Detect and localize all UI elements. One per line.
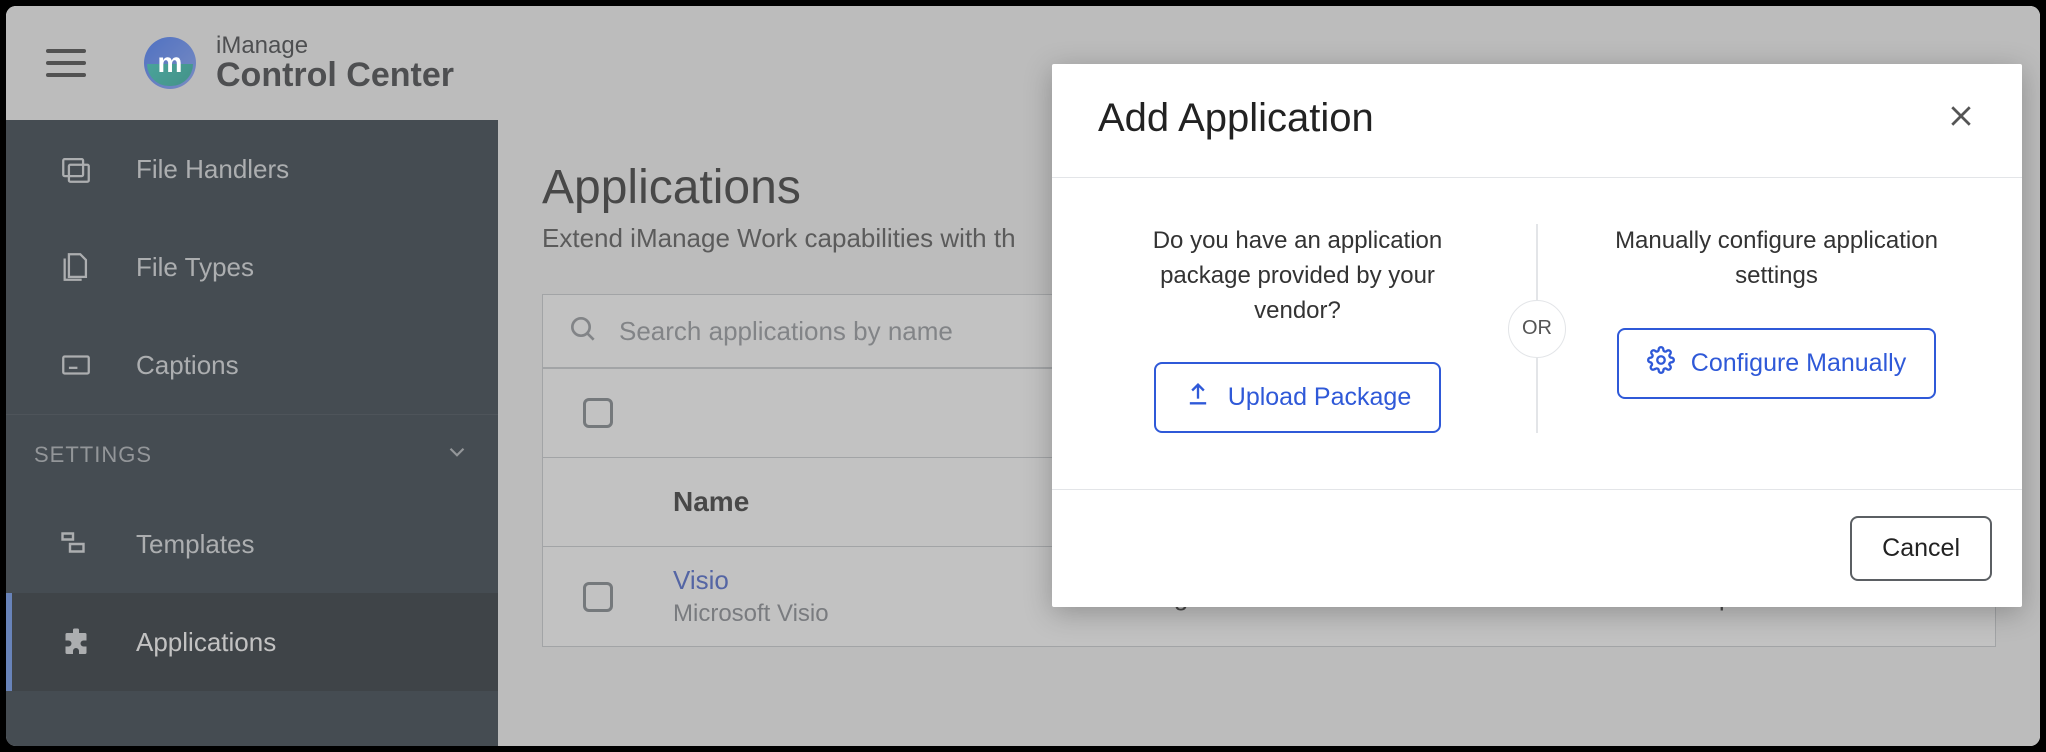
add-application-modal: Add Application Do you have an applicati… — [1052, 64, 2022, 607]
upload-icon — [1184, 380, 1212, 415]
modal-title: Add Application — [1098, 96, 1374, 141]
modal-divider: OR — [1497, 224, 1577, 433]
close-icon[interactable] — [1946, 101, 1976, 136]
configure-manually-label: Configure Manually — [1691, 349, 1906, 378]
upload-package-label: Upload Package — [1228, 383, 1411, 412]
gear-icon — [1647, 346, 1675, 381]
configure-question: Manually configure application settings — [1612, 224, 1942, 294]
cancel-label: Cancel — [1882, 534, 1960, 562]
cancel-button[interactable]: Cancel — [1850, 516, 1992, 581]
upload-question: Do you have an application package provi… — [1133, 224, 1463, 328]
or-label: OR — [1508, 300, 1566, 358]
configure-manually-button[interactable]: Configure Manually — [1617, 328, 1936, 399]
upload-package-button[interactable]: Upload Package — [1154, 362, 1441, 433]
